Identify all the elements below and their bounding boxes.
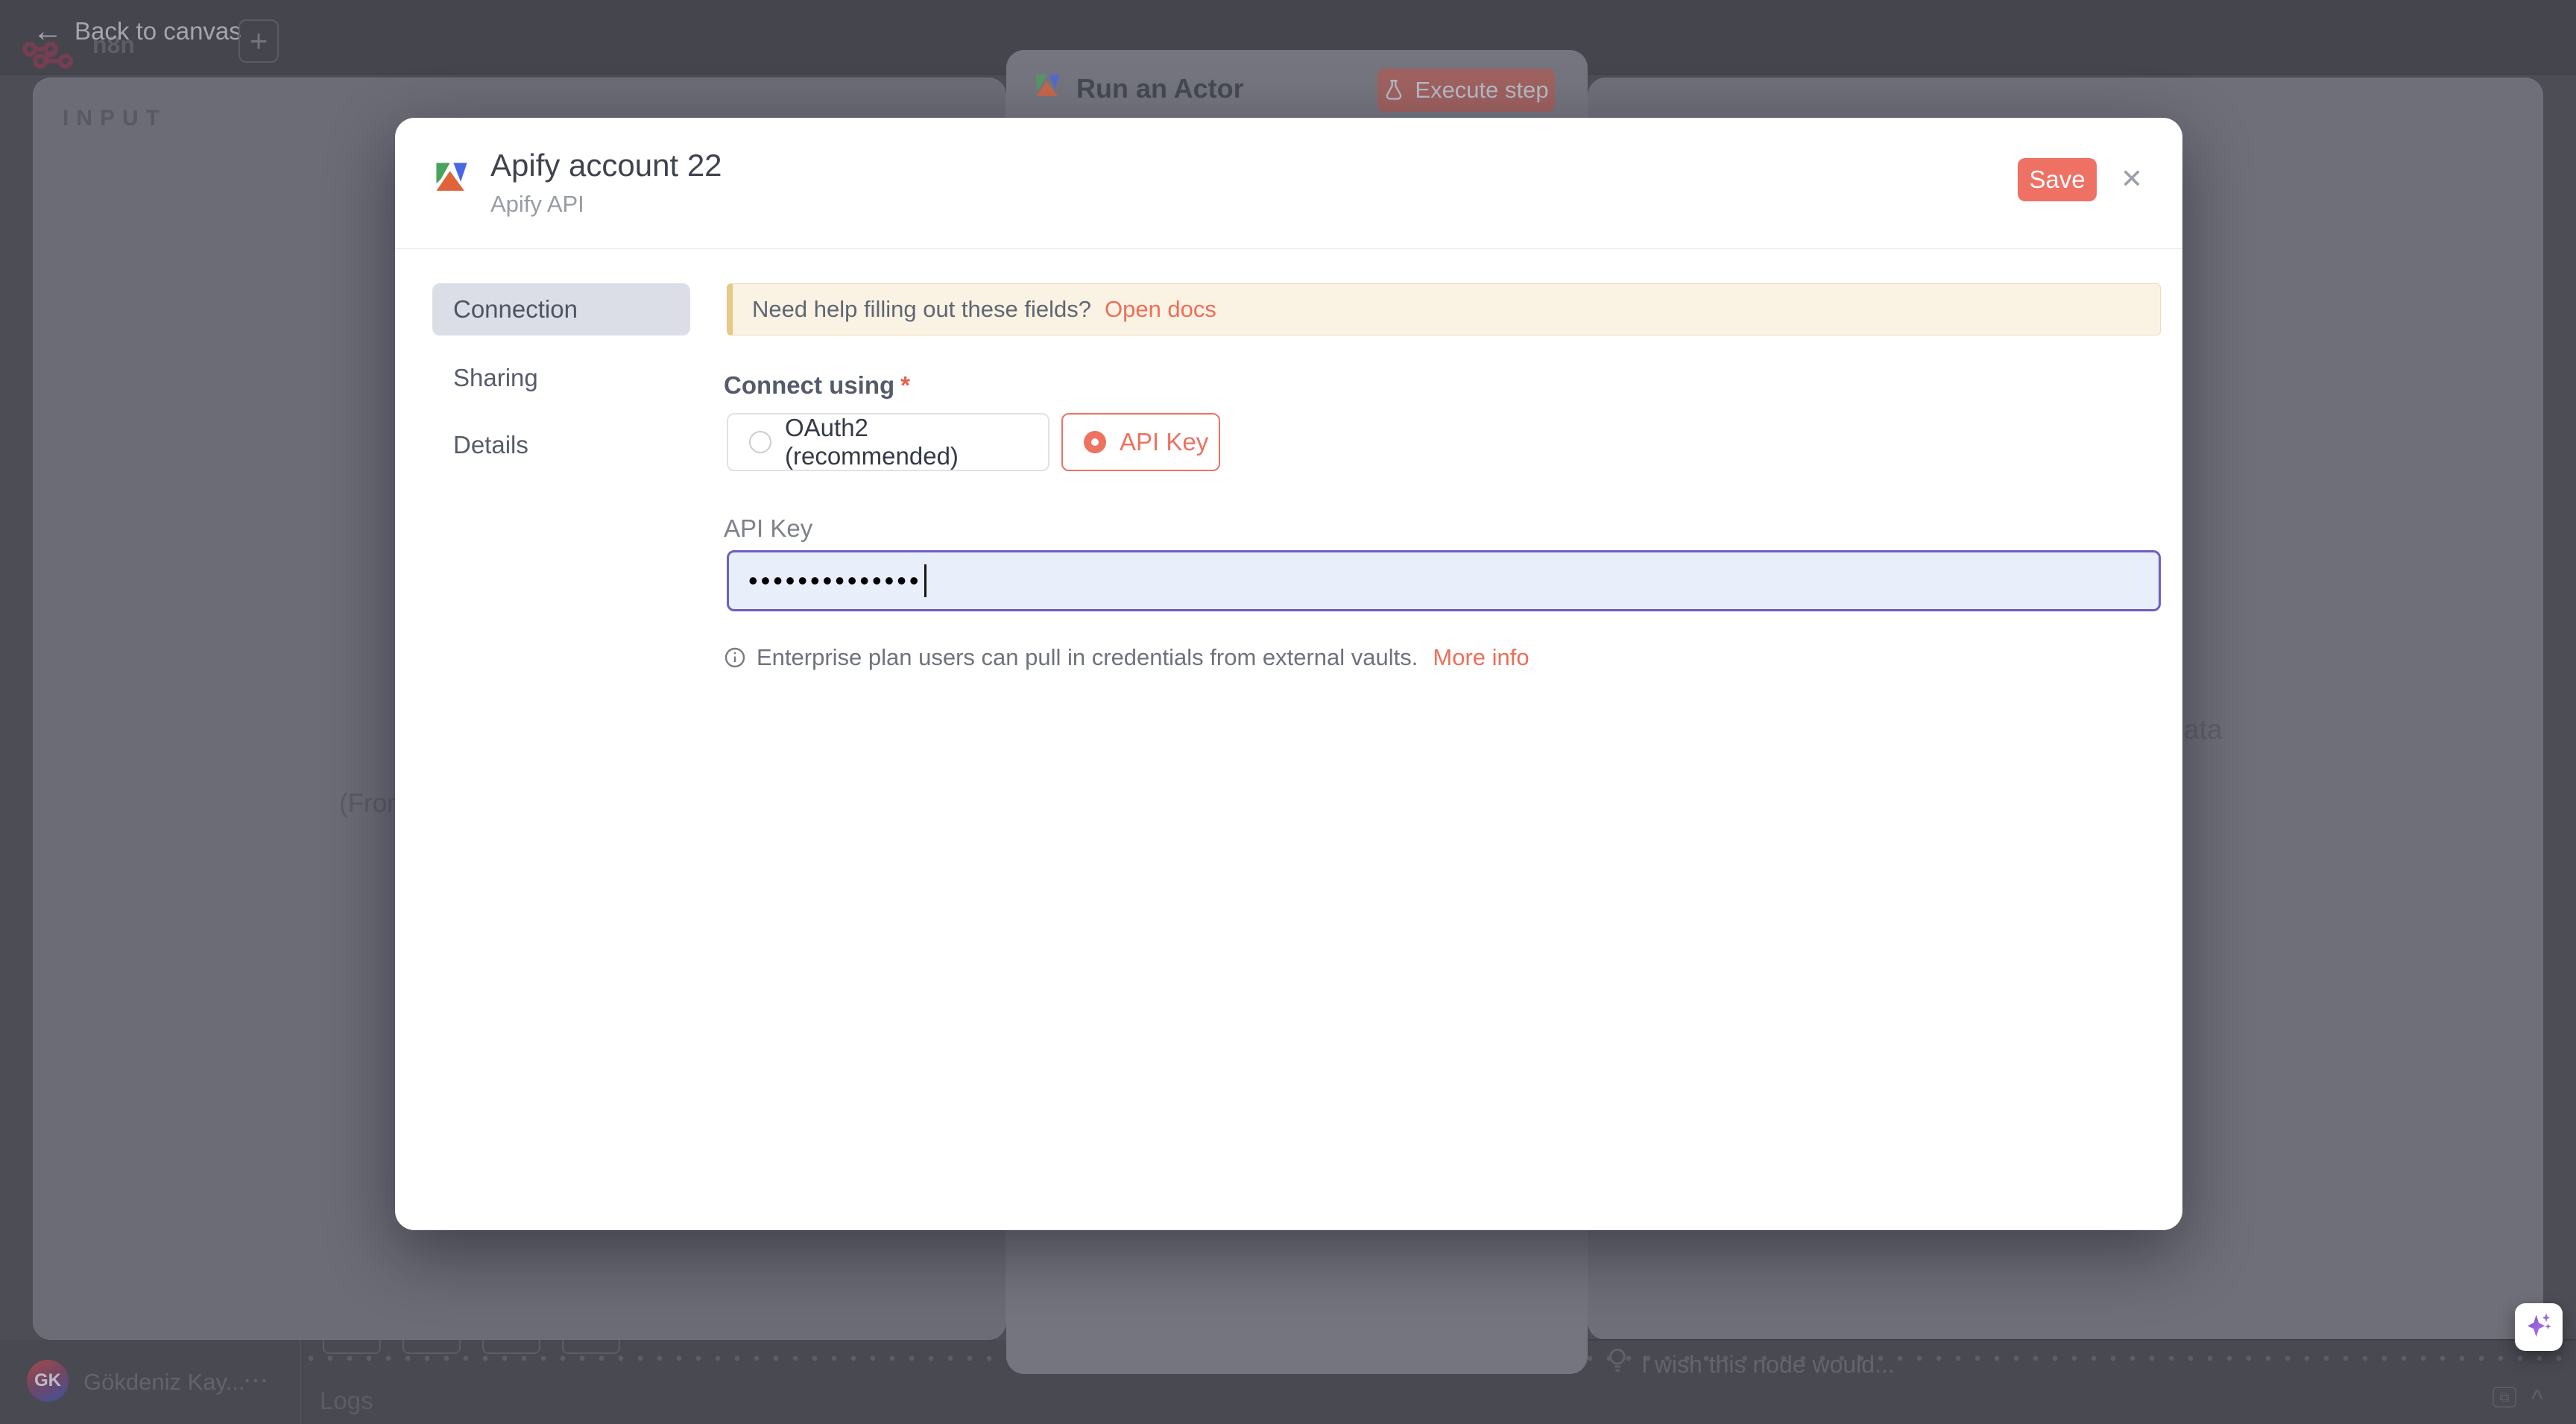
- user-menu-ellipsis-icon[interactable]: ⋯: [243, 1366, 270, 1396]
- radio-selected-icon: [1084, 431, 1106, 453]
- sparkle-icon: [2524, 1311, 2554, 1343]
- execute-step-label: Execute step: [1415, 77, 1548, 104]
- chevron-up-icon[interactable]: ^: [2531, 1385, 2543, 1414]
- execute-step-button[interactable]: Execute step: [1377, 69, 1555, 112]
- masked-api-key-value: ••••••••••••••: [748, 567, 921, 594]
- input-panel-title: INPUT: [63, 106, 167, 131]
- api-key-option[interactable]: API Key: [1061, 413, 1220, 471]
- enterprise-note: Enterprise plan users can pull in creden…: [724, 644, 1530, 671]
- enterprise-note-text: Enterprise plan users can pull in creden…: [757, 644, 1418, 671]
- logs-tab[interactable]: Logs: [320, 1387, 373, 1415]
- open-docs-link[interactable]: Open docs: [1105, 296, 1216, 323]
- output-panel-partial-text: ata: [2184, 714, 2222, 746]
- api-key-option-label: API Key: [1120, 428, 1208, 456]
- help-banner: Need help filling out these fields? Open…: [727, 283, 2161, 335]
- help-banner-text: Need help filling out these fields?: [752, 296, 1091, 323]
- apify-logo: [430, 157, 473, 200]
- api-key-input[interactable]: ••••••••••••••: [727, 550, 2161, 611]
- flask-icon: [1383, 79, 1404, 101]
- ai-assistant-button[interactable]: [2515, 1303, 2563, 1351]
- oauth2-option-label: OAuth2 (recommended): [785, 414, 1048, 470]
- more-info-link[interactable]: More info: [1433, 644, 1529, 671]
- close-icon[interactable]: ✕: [2109, 157, 2154, 201]
- back-arrow-icon: ←: [33, 16, 63, 46]
- radio-unselected-icon: [749, 431, 771, 453]
- apify-node-icon: [1032, 70, 1064, 103]
- sidebar-divider: [300, 1340, 301, 1424]
- lightbulb-icon: [1606, 1346, 1629, 1375]
- back-to-canvas-label: Back to canvas: [75, 17, 242, 45]
- app-root: n8n ← Back to canvas + INPUT (From Run a…: [0, 0, 2576, 1424]
- credential-title: Apify account 22: [490, 148, 722, 183]
- connect-using-label: Connect using*: [724, 371, 910, 400]
- node-feedback-input[interactable]: I wish this node would...: [1641, 1351, 1895, 1379]
- tab-connection[interactable]: Connection: [432, 283, 690, 335]
- credential-modal: Apify account 22 Apify API Save ✕ Connec…: [395, 118, 2182, 1230]
- add-button[interactable]: +: [239, 19, 279, 63]
- oauth2-option[interactable]: OAuth2 (recommended): [727, 413, 1049, 471]
- shortcut-icon: ⧉: [2493, 1387, 2516, 1408]
- header-divider: [395, 248, 2182, 249]
- node-title: Run an Actor: [1076, 73, 1244, 104]
- info-icon: [724, 646, 746, 669]
- required-asterisk: *: [900, 371, 910, 399]
- api-key-field-label: API Key: [724, 514, 812, 543]
- user-avatar[interactable]: GK: [27, 1360, 69, 1402]
- user-initials: GK: [34, 1370, 61, 1391]
- plus-icon: +: [250, 23, 268, 59]
- save-button[interactable]: Save: [2018, 158, 2097, 201]
- text-cursor: [924, 564, 926, 597]
- credential-subtitle: Apify API: [490, 191, 584, 218]
- user-name[interactable]: Gökdeniz Kay...: [83, 1369, 245, 1396]
- tab-details[interactable]: Details: [432, 419, 690, 471]
- feedback-bar-divider: [1588, 1339, 2576, 1340]
- tab-sharing[interactable]: Sharing: [432, 352, 690, 404]
- back-to-canvas-button[interactable]: ← Back to canvas: [33, 16, 242, 46]
